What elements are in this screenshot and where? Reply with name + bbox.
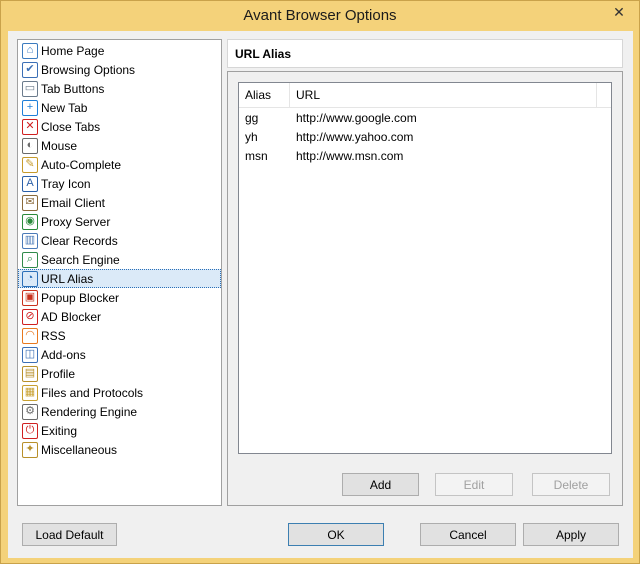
category-tree[interactable]: ⌂ Home Page ✔ Browsing Options ▭ Tab Buttons +… — [17, 39, 222, 506]
tree-item-label: Browsing Options — [41, 62, 136, 77]
files-protocols-icon: ▦ — [22, 384, 38, 401]
tree-item-add-ons[interactable]: ◫ Add-ons — [18, 345, 221, 364]
url-cell: http://www.yahoo.com — [296, 129, 414, 144]
alias-cell: yh — [245, 129, 258, 144]
search-engine-icon: ⌕ — [22, 251, 38, 268]
rendering-engine-icon: ⚙ — [22, 403, 38, 420]
column-header-alias[interactable]: Alias — [239, 83, 290, 107]
add-ons-icon: ◫ — [22, 346, 38, 363]
tree-item-label: Profile — [41, 366, 76, 381]
tree-item-label: Tray Icon — [41, 176, 91, 191]
tree-item-label: Search Engine — [41, 252, 120, 267]
tree-item-label: Auto-Complete — [41, 157, 122, 172]
delete-button[interactable]: Delete — [532, 473, 610, 496]
tree-item-profile[interactable]: ▤ Profile — [18, 364, 221, 383]
profile-icon: ▤ — [22, 365, 38, 382]
options-window: Avant Browser Options ✕ ⌂ Home Page ✔ Brows… — [0, 0, 640, 564]
tray-icon: A — [22, 175, 38, 192]
title-bar[interactable]: Avant Browser Options ✕ — [1, 1, 639, 31]
mouse-icon: ◐ — [22, 137, 38, 154]
close-icon: ✕ — [613, 3, 625, 20]
close-tabs-icon: ✕ — [22, 118, 38, 135]
tree-item-browsing-options[interactable]: ✔ Browsing Options — [18, 60, 221, 79]
tree-item-miscellaneous[interactable]: ✦ Miscellaneous — [18, 440, 221, 459]
tree-item-label: Add-ons — [41, 347, 86, 362]
window-title: Avant Browser Options — [243, 7, 397, 24]
list-header: Alias URL — [239, 83, 611, 108]
tree-item-close-tabs[interactable]: ✕ Close Tabs — [18, 117, 221, 136]
tree-item-label: Home Page — [41, 43, 105, 58]
tree-item-label: New Tab — [41, 100, 88, 115]
tab-buttons-icon: ▭ — [22, 80, 38, 97]
tree-item-label: Popup Blocker — [41, 290, 120, 305]
tree-item-label: Tab Buttons — [41, 81, 105, 96]
tree-item-tab-buttons[interactable]: ▭ Tab Buttons — [18, 79, 221, 98]
tree-item-clear-records[interactable]: ▥ Clear Records — [18, 231, 221, 250]
tree-item-files-and-protocols[interactable]: ▦ Files and Protocols — [18, 383, 221, 402]
ad-blocker-icon: ⊘ — [22, 308, 38, 325]
tree-item-label: Rendering Engine — [41, 404, 138, 419]
miscellaneous-icon: ✦ — [22, 441, 38, 458]
table-row[interactable]: gg http://www.google.com — [239, 108, 611, 127]
close-button[interactable]: ✕ — [605, 2, 633, 22]
tree-item-mouse[interactable]: ◐ Mouse — [18, 136, 221, 155]
url-alias-icon: ◔ — [22, 270, 38, 287]
tree-item-tray-icon[interactable]: A Tray Icon — [18, 174, 221, 193]
new-tab-icon: + — [22, 99, 38, 116]
edit-button[interactable]: Edit — [435, 473, 513, 496]
power-icon: ⏻ — [22, 422, 38, 439]
tree-item-label: RSS — [41, 328, 66, 343]
ok-button[interactable]: OK — [288, 523, 384, 546]
home-icon: ⌂ — [22, 42, 38, 59]
popup-blocker-icon: ▣ — [22, 289, 38, 306]
tree-item-exiting[interactable]: ⏻ Exiting — [18, 421, 221, 440]
tree-item-label: Miscellaneous — [41, 442, 118, 457]
tree-item-new-tab[interactable]: + New Tab — [18, 98, 221, 117]
url-alias-panel: Alias URL gg http://www.google.com yh http:… — [227, 71, 623, 506]
auto-complete-icon: ✎ — [22, 156, 38, 173]
browsing-options-icon: ✔ — [22, 61, 38, 78]
apply-button[interactable]: Apply — [523, 523, 619, 546]
email-icon: ✉ — [22, 194, 38, 211]
tree-item-label: Email Client — [41, 195, 106, 210]
tree-item-label: Files and Protocols — [41, 385, 144, 400]
column-header-url[interactable]: URL — [290, 83, 597, 107]
url-cell: http://www.google.com — [296, 110, 417, 125]
proxy-server-icon: ◉ — [22, 213, 38, 230]
tree-item-email-client[interactable]: ✉ Email Client — [18, 193, 221, 212]
tree-item-url-alias[interactable]: ◔ URL Alias — [18, 269, 221, 288]
load-default-button[interactable]: Load Default — [22, 523, 117, 546]
tree-item-rendering-engine[interactable]: ⚙ Rendering Engine — [18, 402, 221, 421]
cancel-button[interactable]: Cancel — [420, 523, 516, 546]
table-row[interactable]: msn http://www.msn.com — [239, 146, 611, 165]
tree-item-label: Clear Records — [41, 233, 118, 248]
alias-list[interactable]: Alias URL gg http://www.google.com yh http:… — [238, 82, 612, 454]
alias-cell: gg — [245, 110, 259, 125]
panel-header: URL Alias — [227, 39, 623, 68]
tree-item-auto-complete[interactable]: ✎ Auto-Complete — [18, 155, 221, 174]
tree-item-label: Mouse — [41, 138, 78, 153]
tree-item-rss[interactable]: ◠ RSS — [18, 326, 221, 345]
tree-item-label: AD Blocker — [41, 309, 102, 324]
tree-item-label: Close Tabs — [41, 119, 101, 134]
rss-icon: ◠ — [22, 327, 38, 344]
tree-item-label: URL Alias — [41, 271, 94, 286]
tree-item-label: Proxy Server — [41, 214, 111, 229]
tree-item-proxy-server[interactable]: ◉ Proxy Server — [18, 212, 221, 231]
tree-item-label: Exiting — [41, 423, 78, 438]
trash-icon: ▥ — [22, 232, 38, 249]
panel-title: URL Alias — [235, 46, 292, 61]
add-button[interactable]: Add — [342, 473, 419, 496]
tree-item-search-engine[interactable]: ⌕ Search Engine — [18, 250, 221, 269]
tree-item-home-page[interactable]: ⌂ Home Page — [18, 41, 221, 60]
table-row[interactable]: yh http://www.yahoo.com — [239, 127, 611, 146]
alias-cell: msn — [245, 148, 268, 163]
tree-item-ad-blocker[interactable]: ⊘ AD Blocker — [18, 307, 221, 326]
tree-item-popup-blocker[interactable]: ▣ Popup Blocker — [18, 288, 221, 307]
url-cell: http://www.msn.com — [296, 148, 404, 163]
dialog-body: ⌂ Home Page ✔ Browsing Options ▭ Tab Buttons +… — [8, 31, 633, 558]
